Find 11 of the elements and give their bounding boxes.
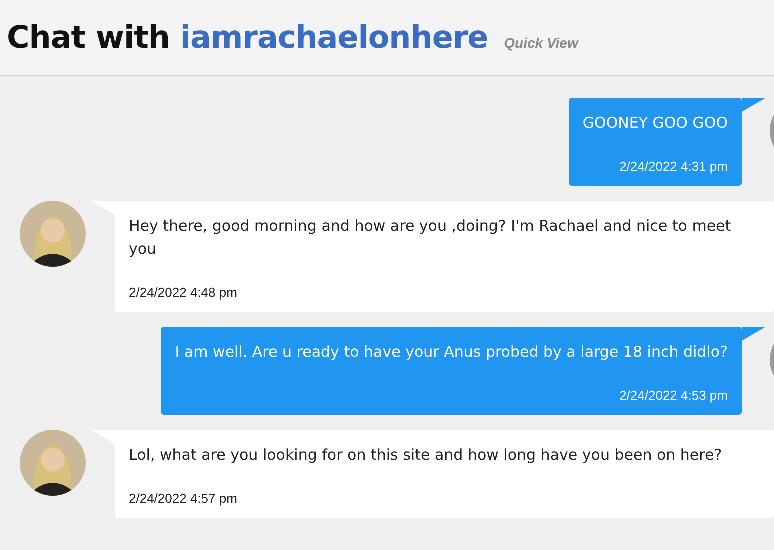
message-text: Hey there, good morning and how are you ,doing? I'm Rachael and nice to meet you [129,216,732,260]
title-prefix: Chat with [7,20,170,56]
username-link[interactable]: iamrachaelonhere [180,20,488,56]
message-time: 2/24/2022 4:48 pm [129,285,238,300]
message-text: Lol, what are you looking for on this site and how long have you been on here? [129,445,724,466]
message-time: 2/24/2022 4:53 pm [618,388,728,403]
message-time: 2/24/2022 4:57 pm [129,491,238,506]
quick-view-link[interactable]: Quick View [504,34,578,50]
message-text: I am well. Are u ready to have your Anus probed by a large 18 inch didlo? [175,342,728,363]
message-text: GOONEY GOO GOO [582,113,728,134]
message-time: 2/24/2022 4:31 pm [618,159,728,174]
